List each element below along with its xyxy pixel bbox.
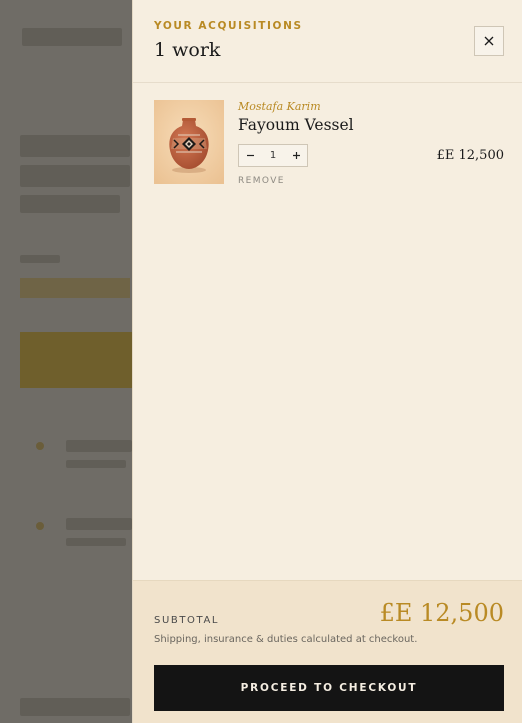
close-button[interactable] <box>474 26 504 56</box>
vase-thumbnail[interactable] <box>154 100 224 184</box>
bg-heading-line <box>20 165 130 187</box>
bg-heading-line <box>20 195 120 213</box>
remove-button[interactable]: REMOVE <box>238 176 285 186</box>
bg-feature-line <box>66 518 132 530</box>
bg-price-line <box>20 278 130 298</box>
close-icon <box>484 36 494 46</box>
bg-feature-dot <box>36 442 44 450</box>
bg-feature-line <box>66 440 132 452</box>
bg-footer-line <box>20 698 130 716</box>
plus-icon <box>292 152 300 159</box>
bg-label-line <box>20 255 60 263</box>
quantity-value[interactable]: 1 <box>261 150 285 161</box>
decrement-button[interactable] <box>239 145 261 166</box>
increment-button[interactable] <box>285 145 307 166</box>
subtotal-value: £E 12,500 <box>379 599 504 627</box>
cart-item: Mostafa Karim Fayoum Vessel 1 REMOVE £E … <box>154 100 504 190</box>
minus-icon <box>246 154 254 157</box>
artist-name[interactable]: Mostafa Karim <box>238 100 321 113</box>
vase-image <box>154 100 224 184</box>
subtotal-label: SUBTOTAL <box>154 615 220 626</box>
bg-heading-line <box>20 135 130 157</box>
checkout-button[interactable]: PROCEED TO CHECKOUT <box>154 665 504 711</box>
cart-footer: SUBTOTAL £E 12,500 Shipping, insurance &… <box>133 580 522 723</box>
quantity-stepper: 1 <box>238 144 308 167</box>
cart-drawer: YOUR ACQUISITIONS 1 work Mostafa Karim F… <box>132 0 522 723</box>
artwork-title[interactable]: Fayoum Vessel <box>238 116 354 134</box>
bg-feature-line <box>66 538 126 546</box>
item-price: £E 12,500 <box>436 148 504 163</box>
drawer-header: YOUR ACQUISITIONS 1 work <box>133 0 522 83</box>
cart-count: 1 work <box>154 39 221 61</box>
bg-feature-line <box>66 460 126 468</box>
shipping-note: Shipping, insurance & duties calculated … <box>154 634 418 645</box>
bg-buy-button <box>20 332 132 388</box>
bg-feature-dot <box>36 522 44 530</box>
drawer-eyebrow: YOUR ACQUISITIONS <box>154 20 303 32</box>
bg-logo-placeholder <box>22 28 122 46</box>
